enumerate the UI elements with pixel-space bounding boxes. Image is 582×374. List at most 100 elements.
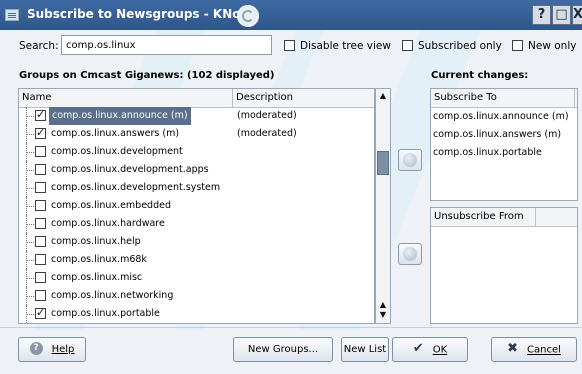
tree-branch-line xyxy=(27,188,34,189)
current-changes-heading: Current changes: xyxy=(431,70,529,81)
tree-branch-line xyxy=(27,242,34,243)
tree-branch-line xyxy=(27,296,34,297)
disable-tree-view-label: Disable tree view xyxy=(300,40,391,52)
disable-tree-view-option[interactable]: Disable tree view xyxy=(284,39,391,52)
group-row[interactable]: comp.os.linux.development.apps xyxy=(19,161,374,179)
subscribe-to-item[interactable]: comp.os.linux.announce (m) xyxy=(433,108,569,126)
disable-tree-view-checkbox[interactable] xyxy=(284,39,295,51)
tree-branch-line xyxy=(27,260,34,261)
help-title-button[interactable]: ? xyxy=(532,5,551,25)
group-name: comp.os.linux.development xyxy=(51,146,183,157)
close-button[interactable]: X xyxy=(572,5,582,25)
group-row[interactable]: comp.os.linux.portable xyxy=(19,305,374,323)
group-row[interactable]: comp.os.linux.answers (m) (moderated) xyxy=(19,125,374,143)
search-input[interactable] xyxy=(61,35,272,55)
cancel-button-label: Cancel xyxy=(527,344,561,356)
group-row[interactable]: comp.os.linux.announce (m) (moderated) xyxy=(19,107,374,125)
group-row[interactable]: comp.os.linux.development xyxy=(19,143,374,161)
group-subscribe-checkbox[interactable] xyxy=(35,290,46,301)
group-name: comp.os.linux.hardware xyxy=(51,218,165,229)
new-list-button-label: New List xyxy=(343,344,387,355)
ok-button-label: OK xyxy=(432,344,448,356)
group-subscribe-checkbox[interactable] xyxy=(35,108,46,121)
window-title: Subscribe to Newsgroups - KNode xyxy=(27,7,258,21)
search-label: Search: xyxy=(19,40,59,52)
unsubscribe-from-panel[interactable]: Unsubscribe From xyxy=(430,207,578,324)
cancel-button[interactable]: ✖ Cancel xyxy=(491,337,577,362)
tree-branch-line xyxy=(27,224,34,225)
group-row[interactable]: comp.os.linux.hardware xyxy=(19,215,374,233)
scroll-up-lower-icon[interactable]: ▲ xyxy=(376,300,390,310)
new-only-label: New only xyxy=(528,40,577,52)
subscribe-to-item[interactable]: comp.os.linux.portable xyxy=(433,144,542,162)
group-subscribe-checkbox[interactable] xyxy=(35,146,46,157)
subscribe-to-header-label: Subscribe To xyxy=(434,92,497,103)
group-row[interactable]: comp.os.linux.misc xyxy=(19,269,374,287)
header-separator xyxy=(574,89,575,107)
tree-branch-line xyxy=(27,152,34,153)
scroll-up-icon[interactable]: ▲ xyxy=(376,91,390,101)
cancel-x-icon: ✖ xyxy=(507,341,518,356)
group-row[interactable]: comp.os.linux.m68k xyxy=(19,251,374,269)
group-name: comp.os.linux.announce (m) xyxy=(49,107,191,125)
groups-list[interactable]: Name Description comp.os.linux.announce … xyxy=(18,88,375,324)
new-groups-button[interactable]: New Groups... xyxy=(233,337,333,362)
new-only-checkbox[interactable] xyxy=(512,39,523,51)
maximize-button[interactable]: □ xyxy=(552,5,571,25)
scroll-thumb[interactable] xyxy=(377,151,389,175)
new-list-button[interactable]: New List xyxy=(341,337,389,362)
unsubscribe-from-header-label: Unsubscribe From xyxy=(434,211,524,222)
subscribe-to-panel[interactable]: Subscribe To comp.os.linux.announce (m) c… xyxy=(430,88,578,201)
checkmark-icon: ✔ xyxy=(412,341,424,356)
group-subscribe-checkbox[interactable] xyxy=(35,272,46,283)
subscribed-only-checkbox[interactable] xyxy=(402,39,413,51)
subscribe-to-header: Subscribe To xyxy=(431,89,577,108)
new-groups-button-label: New Groups... xyxy=(247,344,319,355)
group-description: (moderated) xyxy=(237,110,297,121)
group-subscribe-checkbox[interactable] xyxy=(35,218,46,229)
group-row[interactable]: comp.os.linux.development.system xyxy=(19,179,374,197)
subscribe-to-item[interactable]: comp.os.linux.answers (m) xyxy=(433,126,561,144)
add-subscribe-button[interactable] xyxy=(398,149,422,171)
title-bar[interactable]: Subscribe to Newsgroups - KNode ? □ X xyxy=(0,0,582,30)
group-name: comp.os.linux.help xyxy=(51,236,141,247)
help-button[interactable]: ? Help xyxy=(18,337,86,362)
help-button-label: Help xyxy=(51,344,75,355)
window-menu-icon[interactable] xyxy=(5,9,19,21)
subscribed-only-label: Subscribed only xyxy=(418,40,502,52)
scroll-down-icon[interactable]: ▼ xyxy=(376,310,390,320)
group-subscribe-checkbox[interactable] xyxy=(35,306,46,319)
name-column-header[interactable]: Name xyxy=(19,89,233,107)
group-subscribe-checkbox[interactable] xyxy=(35,182,46,193)
group-row[interactable]: comp.os.linux.help xyxy=(19,233,374,251)
group-subscribe-checkbox[interactable] xyxy=(35,254,46,265)
description-column-header[interactable]: Description xyxy=(233,89,374,107)
group-subscribe-checkbox[interactable] xyxy=(35,200,46,211)
group-name: comp.os.linux.answers (m) xyxy=(51,128,180,139)
group-name: comp.os.linux.m68k xyxy=(51,254,147,265)
help-icon: ? xyxy=(29,341,43,355)
group-row[interactable]: comp.os.linux.networking xyxy=(19,287,374,305)
group-subscribe-checkbox[interactable] xyxy=(35,236,46,247)
subscribed-only-option[interactable]: Subscribed only xyxy=(402,39,502,52)
header-separator xyxy=(535,208,536,226)
tree-branch-line xyxy=(27,206,34,207)
group-description: (moderated) xyxy=(237,128,297,139)
groups-list-header: Name Description xyxy=(19,89,374,108)
group-name: comp.os.linux.development.apps xyxy=(51,164,209,175)
dialog-window: Subscribe to Newsgroups - KNode ? □ X Se… xyxy=(0,0,582,374)
group-name: comp.os.linux.misc xyxy=(51,272,143,283)
groups-scrollbar[interactable]: ▲ ▲ ▼ xyxy=(375,88,391,324)
tree-branch-line xyxy=(27,314,34,315)
new-only-option[interactable]: New only xyxy=(512,39,577,52)
ok-button[interactable]: ✔ OK xyxy=(392,337,468,362)
group-name: comp.os.linux.networking xyxy=(51,290,174,301)
group-row[interactable]: comp.os.linux.embedded xyxy=(19,197,374,215)
add-unsubscribe-button[interactable] xyxy=(398,243,422,265)
tree-branch-line xyxy=(27,170,34,171)
group-subscribe-checkbox[interactable] xyxy=(35,126,46,139)
group-name: comp.os.linux.portable xyxy=(51,308,160,319)
group-subscribe-checkbox[interactable] xyxy=(35,164,46,175)
tree-branch-line xyxy=(27,278,34,279)
unsubscribe-from-header: Unsubscribe From xyxy=(431,208,577,227)
